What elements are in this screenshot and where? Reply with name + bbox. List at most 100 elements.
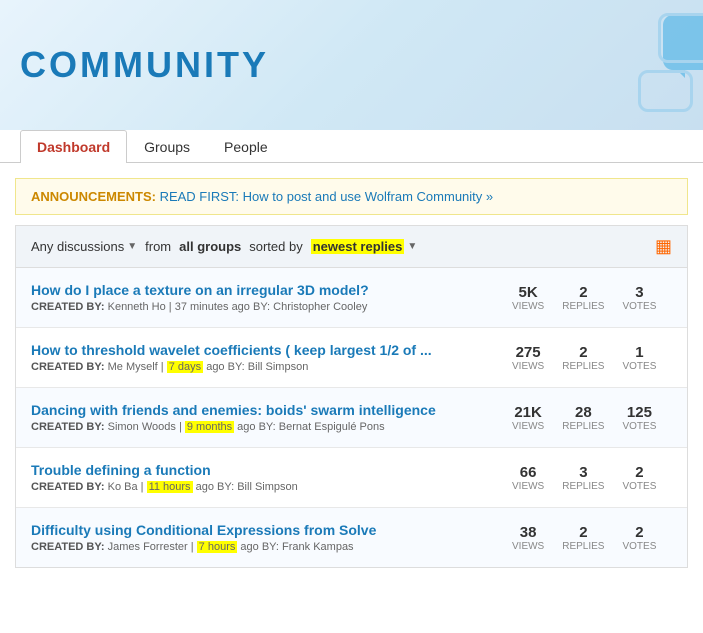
stat-replies: 2 REPLIES xyxy=(562,344,604,372)
discussion-meta: CREATED BY: James Forrester | 7 hours ag… xyxy=(31,541,512,553)
discussion-item: How to threshold wavelet coefficients ( … xyxy=(16,328,687,388)
separator: | xyxy=(161,361,167,373)
chat-bubble-outline-1 xyxy=(658,13,703,63)
discussion-title[interactable]: How do I place a texture on an irregular… xyxy=(31,282,512,298)
discussion-title[interactable]: Trouble defining a function xyxy=(31,462,512,478)
announcement-text: READ FIRST: How to post and use Wolfram … xyxy=(160,189,494,204)
discussion-list: How do I place a texture on an irregular… xyxy=(15,268,688,568)
announcement-link[interactable]: READ FIRST: How to post and use Wolfram … xyxy=(160,189,494,204)
discussion-meta: CREATED BY: Me Myself | 7 days ago BY: B… xyxy=(31,361,512,373)
votes-value: 2 xyxy=(635,464,643,481)
header: COMMUNITY xyxy=(0,0,703,130)
discussion-meta: CREATED BY: Ko Ba | 11 hours ago BY: Bil… xyxy=(31,481,512,493)
discussion-item: How do I place a texture on an irregular… xyxy=(16,268,687,328)
views-value: 66 xyxy=(520,464,537,481)
views-value: 275 xyxy=(516,344,541,361)
stat-votes: 125 VOTES xyxy=(622,404,656,432)
discussion-title[interactable]: Difficulty using Conditional Expressions… xyxy=(31,522,512,538)
discussion-author: Ko Ba xyxy=(108,481,138,493)
newest-replies-arrow: ▼ xyxy=(407,241,417,252)
discussion-author: James Forrester xyxy=(108,541,188,553)
discussion-stats: 5K VIEWS 2 REPLIES 3 VOTES xyxy=(512,284,672,312)
discussion-commenter: Bernat Espigulé Pons xyxy=(279,421,385,433)
from-text: from xyxy=(145,239,171,254)
discussion-time-highlight: 7 days xyxy=(167,361,203,373)
chat-bubble-outline-2 xyxy=(638,70,693,112)
any-discussions-arrow: ▼ xyxy=(127,241,137,252)
stat-votes: 2 VOTES xyxy=(622,464,656,492)
replies-label: REPLIES xyxy=(562,481,604,492)
newest-replies-dropdown[interactable]: newest replies ▼ xyxy=(311,239,418,254)
votes-label: VOTES xyxy=(622,481,656,492)
stat-replies: 3 REPLIES xyxy=(562,464,604,492)
discussion-commenter: Frank Kampas xyxy=(282,541,354,553)
stat-views: 21K VIEWS xyxy=(512,404,544,432)
discussion-content: Difficulty using Conditional Expressions… xyxy=(31,522,512,553)
created-by-label: CREATED BY: xyxy=(31,541,105,553)
stat-replies: 2 REPLIES xyxy=(562,524,604,552)
discussion-time-highlight: 9 months xyxy=(185,421,234,433)
discussion-time-highlight: 7 hours xyxy=(197,541,238,553)
votes-label: VOTES xyxy=(622,541,656,552)
views-label: VIEWS xyxy=(512,361,544,372)
nav-tabs: Dashboard Groups People xyxy=(0,130,703,163)
stat-replies: 2 REPLIES xyxy=(562,284,604,312)
rss-icon[interactable]: ▦ xyxy=(655,236,672,257)
stat-views: 66 VIEWS xyxy=(512,464,544,492)
stat-votes: 3 VOTES xyxy=(622,284,656,312)
votes-value: 3 xyxy=(635,284,643,301)
views-value: 5K xyxy=(519,284,538,301)
discussion-commenter: Bill Simpson xyxy=(237,481,298,493)
votes-label: VOTES xyxy=(622,361,656,372)
views-value: 38 xyxy=(520,524,537,541)
discussion-content: How do I place a texture on an irregular… xyxy=(31,282,512,313)
tab-dashboard[interactable]: Dashboard xyxy=(20,130,127,163)
created-by-label: CREATED BY: xyxy=(31,361,105,373)
discussion-item: Difficulty using Conditional Expressions… xyxy=(16,508,687,567)
separator: | xyxy=(179,421,185,433)
discussion-stats: 275 VIEWS 2 REPLIES 1 VOTES xyxy=(512,344,672,372)
tab-people[interactable]: People xyxy=(207,130,285,163)
views-label: VIEWS xyxy=(512,481,544,492)
stat-votes: 1 VOTES xyxy=(622,344,656,372)
replies-label: REPLIES xyxy=(562,361,604,372)
stat-votes: 2 VOTES xyxy=(622,524,656,552)
separator: | xyxy=(169,301,175,313)
discussion-title[interactable]: Dancing with friends and enemies: boids'… xyxy=(31,402,512,418)
tab-groups[interactable]: Groups xyxy=(127,130,207,163)
by-label: BY: xyxy=(262,541,279,553)
site-title: COMMUNITY xyxy=(20,44,269,86)
created-by-label: CREATED BY: xyxy=(31,481,105,493)
views-label: VIEWS xyxy=(512,301,544,312)
discussion-commenter: Christopher Cooley xyxy=(273,301,367,313)
announcement-label: ANNOUNCEMENTS: xyxy=(31,189,156,204)
any-discussions-dropdown[interactable]: Any discussions ▼ xyxy=(31,239,137,254)
discussion-stats: 38 VIEWS 2 REPLIES 2 VOTES xyxy=(512,524,672,552)
discussion-author: Kenneth Ho xyxy=(108,301,166,313)
separator: | xyxy=(191,541,197,553)
views-label: VIEWS xyxy=(512,421,544,432)
newest-replies-label: newest replies xyxy=(311,239,405,254)
discussion-stats: 66 VIEWS 3 REPLIES 2 VOTES xyxy=(512,464,672,492)
votes-label: VOTES xyxy=(622,301,656,312)
stat-views: 5K VIEWS xyxy=(512,284,544,312)
created-by-label: CREATED BY: xyxy=(31,421,105,433)
stat-views: 275 VIEWS xyxy=(512,344,544,372)
discussion-item: Dancing with friends and enemies: boids'… xyxy=(16,388,687,448)
discussion-title[interactable]: How to threshold wavelet coefficients ( … xyxy=(31,342,512,358)
discussion-stats: 21K VIEWS 28 REPLIES 125 VOTES xyxy=(512,404,672,432)
any-discussions-label: Any discussions xyxy=(31,239,124,254)
separator: | xyxy=(141,481,147,493)
discussion-author: Me Myself xyxy=(108,361,158,373)
replies-value: 28 xyxy=(575,404,592,421)
replies-label: REPLIES xyxy=(562,541,604,552)
stat-replies: 28 REPLIES xyxy=(562,404,604,432)
replies-value: 2 xyxy=(579,284,587,301)
announcement-bar: ANNOUNCEMENTS: READ FIRST: How to post a… xyxy=(15,178,688,215)
created-by-label: CREATED BY: xyxy=(31,301,105,313)
discussion-content: How to threshold wavelet coefficients ( … xyxy=(31,342,512,373)
votes-value: 2 xyxy=(635,524,643,541)
replies-value: 3 xyxy=(579,464,587,481)
views-label: VIEWS xyxy=(512,541,544,552)
discussion-author: Simon Woods xyxy=(108,421,176,433)
